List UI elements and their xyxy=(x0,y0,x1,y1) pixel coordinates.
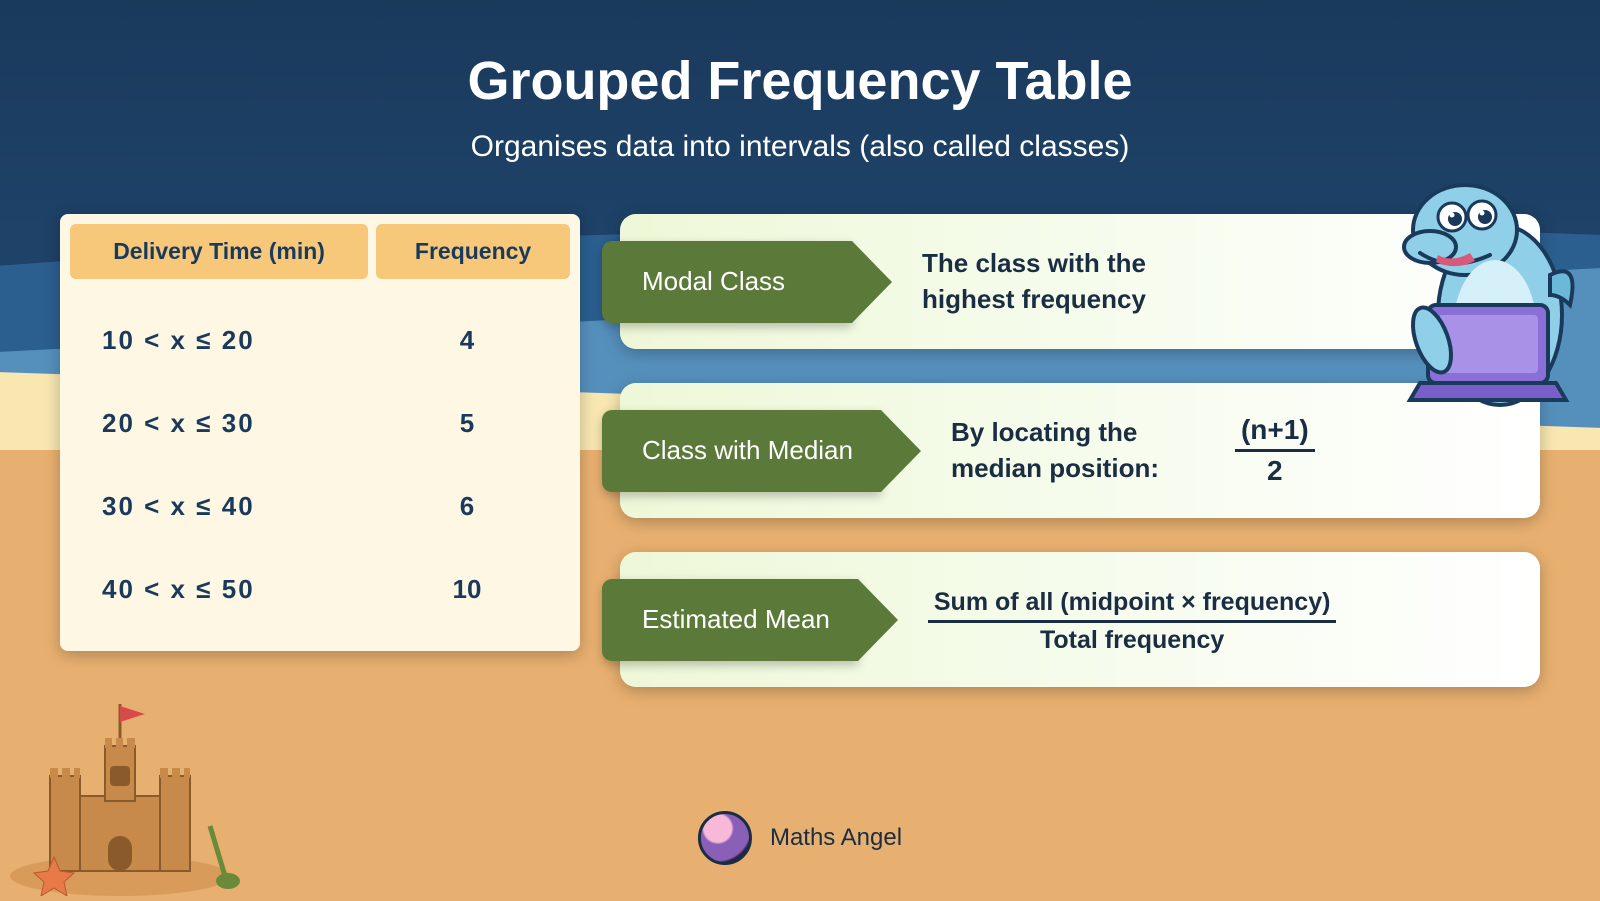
modal-class-label: Modal Class xyxy=(642,266,785,297)
median-formula: (n+1) 2 xyxy=(1235,414,1315,487)
brand-avatar-icon xyxy=(698,811,752,865)
mascot-dolphin-icon xyxy=(1360,165,1590,430)
table-row: 40 < x ≤ 50 10 xyxy=(80,548,560,631)
fraction-line xyxy=(1235,449,1315,452)
interval-cell: 20 < x ≤ 30 xyxy=(88,408,374,439)
sandcastle-icon xyxy=(10,686,250,901)
frequency-cell: 4 xyxy=(382,325,552,356)
brand-footer: Maths Angel xyxy=(698,811,902,865)
fraction-numerator: Sum of all (midpoint × frequency) xyxy=(928,588,1337,617)
frequency-cell: 10 xyxy=(382,574,552,605)
table-row: 20 < x ≤ 30 5 xyxy=(80,382,560,465)
brand-name: Maths Angel xyxy=(770,824,902,852)
arrow-label: Class with Median xyxy=(602,410,881,492)
fraction-line xyxy=(928,620,1337,623)
frequency-table: Delivery Time (min) Frequency 10 < x ≤ 2… xyxy=(60,214,580,651)
interval-cell: 30 < x ≤ 40 xyxy=(88,491,374,522)
fraction-numerator: (n+1) xyxy=(1235,414,1315,446)
frequency-cell: 6 xyxy=(382,491,552,522)
interval-cell: 10 < x ≤ 20 xyxy=(88,325,374,356)
frequency-cell: 5 xyxy=(382,408,552,439)
interval-cell: 40 < x ≤ 50 xyxy=(88,574,374,605)
table-row: 10 < x ≤ 20 4 xyxy=(80,299,560,382)
median-class-text: By locating the median position: xyxy=(951,415,1211,485)
median-class-label: Class with Median xyxy=(642,435,853,466)
mean-formula: Sum of all (midpoint × frequency) Total … xyxy=(928,588,1337,655)
modal-class-text: The class with the highest frequency xyxy=(922,246,1232,316)
estimated-mean-label: Estimated Mean xyxy=(642,604,830,635)
table-header-interval: Delivery Time (min) xyxy=(70,224,368,279)
page-title: Grouped Frequency Table xyxy=(60,50,1540,112)
arrow-label: Estimated Mean xyxy=(602,579,858,661)
page-subtitle: Organises data into intervals (also call… xyxy=(60,130,1540,164)
arrow-label: Modal Class xyxy=(602,241,852,323)
fraction-denominator: 2 xyxy=(1261,455,1289,487)
table-header-frequency: Frequency xyxy=(376,224,570,279)
estimated-mean-card: Estimated Mean Sum of all (midpoint × fr… xyxy=(620,552,1540,687)
table-row: 30 < x ≤ 40 6 xyxy=(80,465,560,548)
fraction-denominator: Total frequency xyxy=(1034,626,1230,655)
